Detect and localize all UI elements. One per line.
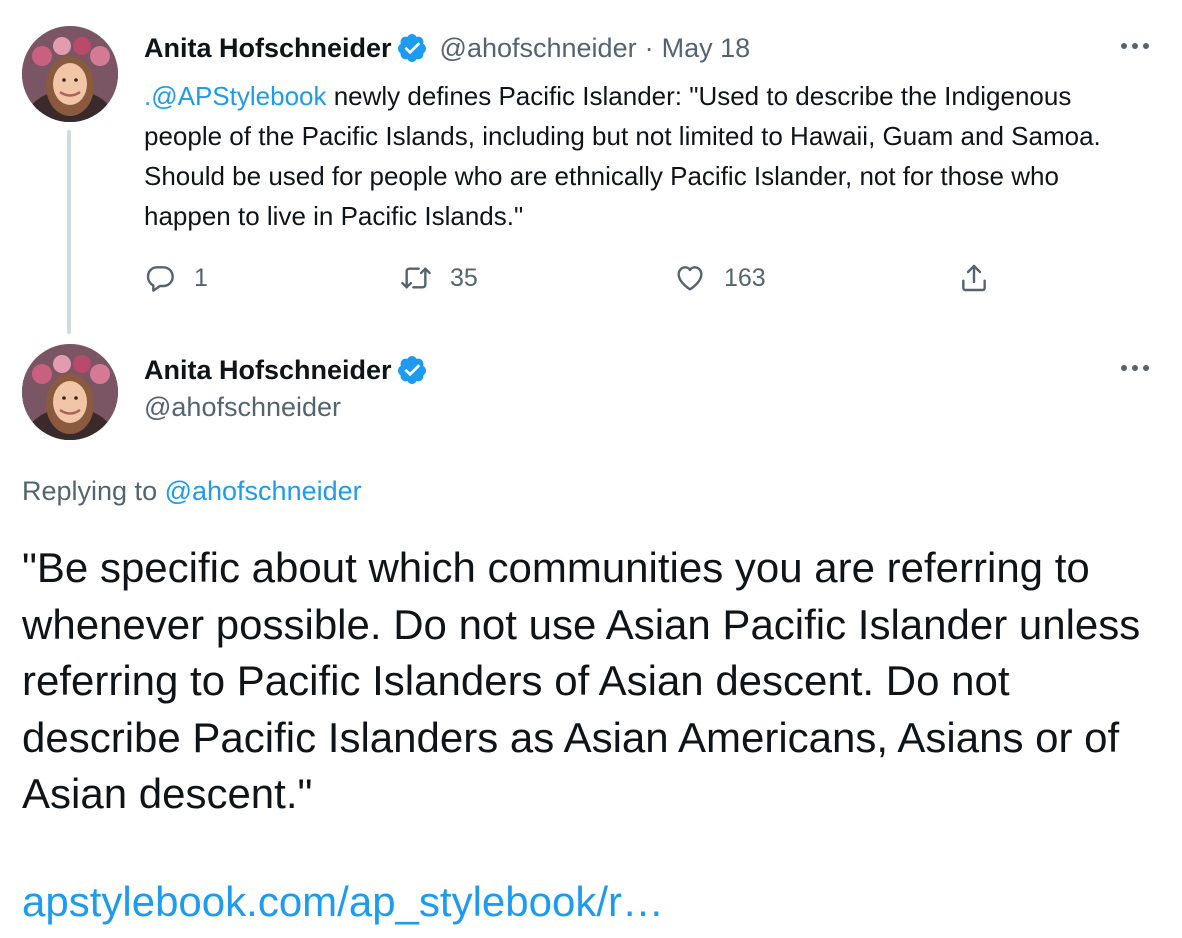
replying-handle-link[interactable]: @ahofschneider bbox=[165, 476, 362, 506]
thread-connector-line bbox=[67, 130, 71, 334]
avatar-image bbox=[22, 26, 118, 122]
avatar-image bbox=[22, 344, 118, 440]
more-options-icon[interactable] bbox=[1117, 358, 1153, 378]
like-icon bbox=[677, 266, 703, 291]
tweet-header: Anita Hofschneider bbox=[144, 350, 428, 390]
tweet-text: .@APStylebook newly defines Pacific Isla… bbox=[144, 76, 1144, 236]
author-handle[interactable]: @ahofschneider bbox=[440, 33, 637, 64]
retweet-icon bbox=[401, 267, 431, 289]
author-handle[interactable]: @ahofschneider bbox=[144, 392, 341, 423]
more-options-icon[interactable] bbox=[1117, 36, 1153, 56]
replying-to-line: Replying to @ahofschneider bbox=[22, 476, 362, 507]
mention-link[interactable]: .@APStylebook bbox=[144, 81, 326, 111]
verified-badge-icon bbox=[397, 356, 426, 384]
replying-prefix: Replying to bbox=[22, 476, 165, 506]
verified-badge-icon bbox=[397, 34, 426, 62]
separator-dot: · bbox=[644, 32, 654, 63]
retweet-count: 35 bbox=[450, 263, 478, 292]
author-name[interactable]: Anita Hofschneider bbox=[144, 355, 392, 386]
tweet-header: Anita Hofschneider @ahofschneider · May … bbox=[144, 28, 750, 68]
author-name[interactable]: Anita Hofschneider bbox=[144, 33, 392, 64]
tweet-text: "Be specific about which communities you… bbox=[22, 544, 1141, 817]
like-count: 163 bbox=[724, 263, 766, 292]
tweet-date[interactable]: May 18 bbox=[662, 33, 751, 64]
tweet-link[interactable]: apstylebook.com/ap_stylebook/r… bbox=[22, 878, 664, 926]
avatar[interactable] bbox=[22, 26, 118, 122]
like-action[interactable]: 163 bbox=[674, 262, 766, 294]
reply-icon bbox=[146, 266, 174, 292]
reply-action[interactable]: 1 bbox=[144, 262, 208, 294]
share-action[interactable] bbox=[958, 262, 990, 294]
reply-count: 1 bbox=[194, 263, 208, 292]
retweet-action[interactable]: 35 bbox=[400, 262, 478, 294]
share-icon bbox=[962, 264, 986, 292]
avatar[interactable] bbox=[22, 344, 118, 440]
